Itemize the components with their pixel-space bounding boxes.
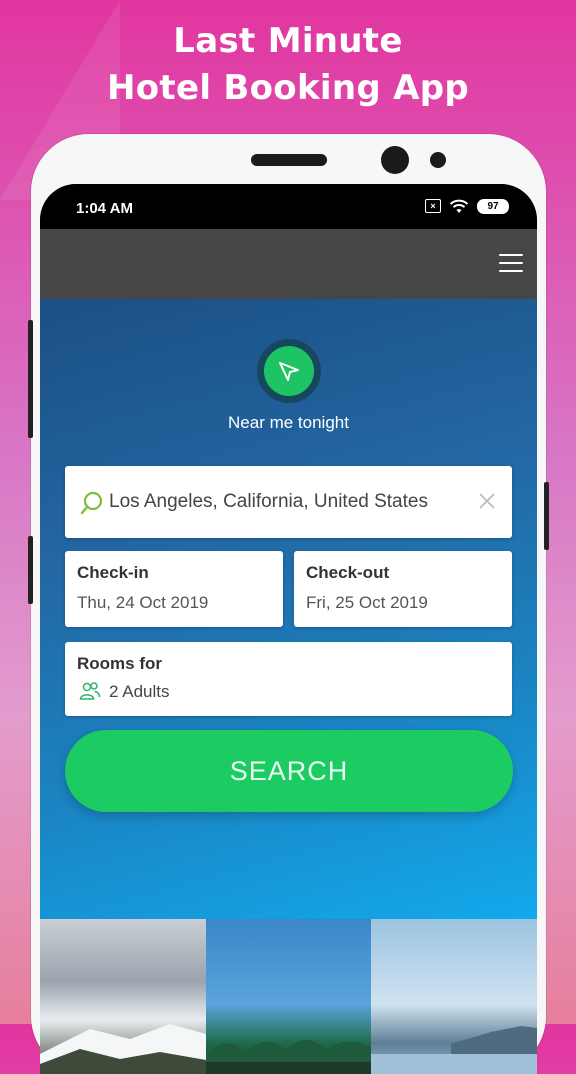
search-button[interactable]: SEARCH [65,730,513,812]
palm-trees-illustration [205,1040,372,1074]
hamburger-menu-icon[interactable] [499,254,523,272]
status-bar: 1:04 AM × 97 [40,184,537,229]
checkout-label: Check-out [306,563,390,582]
phone-side-button [28,536,33,604]
wifi-icon [449,199,469,213]
sim-x-icon: × [425,199,441,213]
rooms-value: 2 Adults [109,682,170,701]
destination-tile-palm-beach[interactable] [205,919,372,1074]
people-icon [79,682,101,700]
app-header [40,229,537,299]
checkout-date-field[interactable]: Check-out Fri, 25 Oct 2019 [294,551,512,627]
checkout-value: Fri, 25 Oct 2019 [306,593,428,612]
mountain-illustration [40,1024,206,1074]
search-icon [80,491,103,515]
destination-tile-snowy-mountain[interactable] [40,919,206,1074]
checkin-label: Check-in [77,563,149,582]
promo-title-line-1: Last Minute [173,21,403,61]
status-time: 1:04 AM [76,200,133,217]
destination-tiles [40,919,537,1074]
destination-tile-coastal-cliff[interactable] [371,919,537,1074]
phone-frame: 1:04 AM × 97 Near me tonight Los Angeles… [28,134,549,1074]
near-me-icon-ring [256,339,321,403]
close-icon[interactable] [478,492,496,510]
phone-screen: 1:04 AM × 97 Near me tonight Los Angeles… [40,184,537,1074]
checkin-date-field[interactable]: Check-in Thu, 24 Oct 2019 [65,551,283,627]
battery-icon: 97 [477,198,509,214]
status-icons: × 97 [425,198,509,214]
promo-title: Last Minute Hotel Booking App [0,18,576,112]
phone-sensor [430,152,446,168]
rooms-label: Rooms for [77,654,162,673]
phone-power-button [544,482,549,550]
cliff-illustration [371,1026,537,1074]
navigation-arrow-icon [263,346,314,396]
destination-search-field[interactable]: Los Angeles, California, United States [65,466,512,538]
destination-value: Los Angeles, California, United States [109,491,428,512]
checkin-value: Thu, 24 Oct 2019 [77,593,209,612]
near-me-button[interactable]: Near me tonight [40,339,537,433]
near-me-label: Near me tonight [228,413,349,432]
phone-volume-button [28,320,33,438]
search-hero: Near me tonight Los Angeles, California,… [40,299,537,919]
rooms-guests-field[interactable]: Rooms for 2 Adults [65,642,512,716]
phone-speaker [251,154,327,166]
promo-title-line-2: Hotel Booking App [107,68,469,108]
phone-front-camera [381,146,409,174]
